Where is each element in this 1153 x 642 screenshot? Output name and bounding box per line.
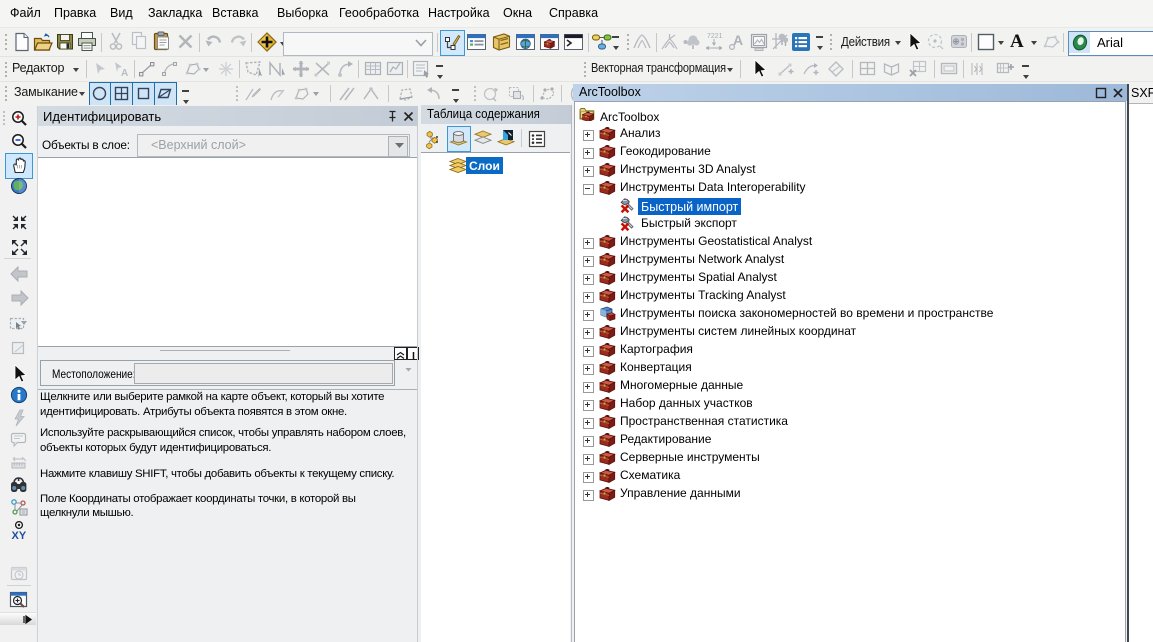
svg-text:A: A bbox=[121, 68, 128, 78]
svg-text:7221: 7221 bbox=[707, 33, 723, 40]
svg-text:XY: XY bbox=[12, 530, 27, 541]
